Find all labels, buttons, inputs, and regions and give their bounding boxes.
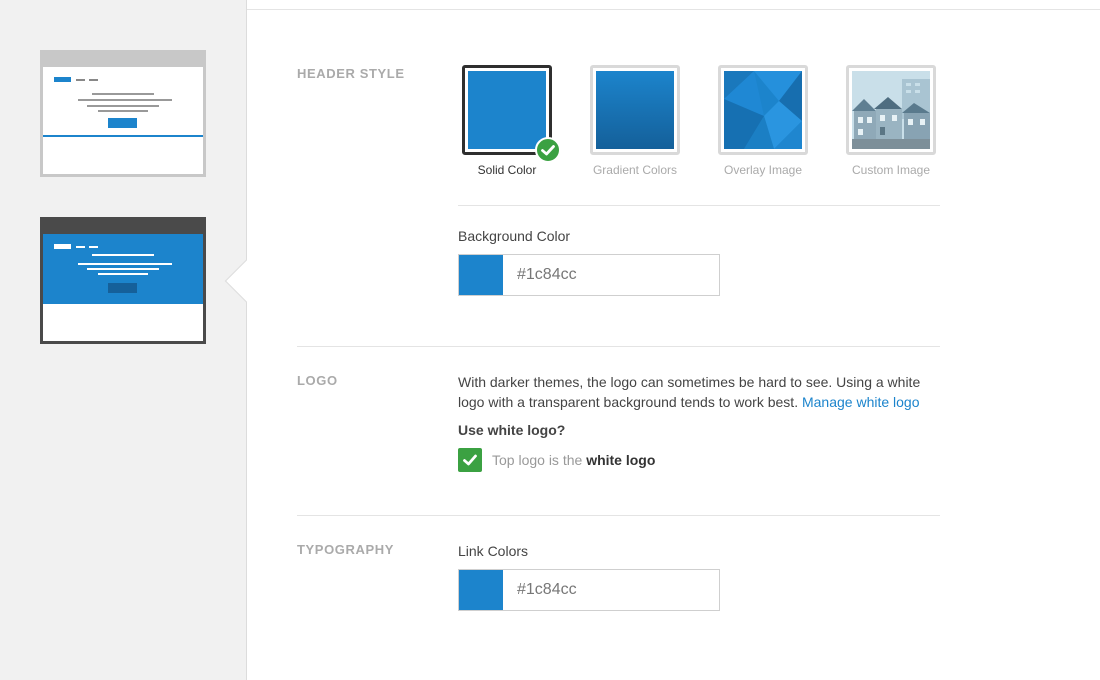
section-divider [297, 515, 940, 516]
layout-thumbnail-dark[interactable] [40, 217, 206, 344]
background-color-field [458, 254, 724, 296]
layout-sidebar [0, 0, 247, 680]
white-logo-checkbox-label: Top logo is the white logo [492, 452, 655, 468]
logo-section-label: Logo [297, 373, 338, 388]
link-colors-field [458, 569, 724, 611]
thumbnail-button [108, 118, 137, 128]
style-option-label: Solid Color [477, 163, 537, 177]
thumbnail-header [43, 67, 203, 137]
top-border [247, 0, 1100, 10]
style-option-label: Custom Image [851, 163, 931, 177]
header-style-overlay-image[interactable]: Overlay Image [718, 65, 808, 177]
thumbnail-text-line [92, 254, 154, 256]
white-logo-checkbox-row[interactable]: Top logo is the white logo [458, 448, 655, 472]
style-thumbnail-frame [718, 65, 808, 155]
thumbnail-logo [54, 77, 71, 82]
gradient-swatch [596, 71, 674, 149]
thumbnail-topbar [43, 220, 203, 234]
white-logo-checkbox[interactable] [458, 448, 482, 472]
solid-color-swatch [468, 71, 546, 149]
background-color-label: Background Color [458, 228, 571, 244]
link-color-input[interactable] [503, 570, 724, 610]
thumbnail-text-line [98, 110, 148, 112]
link-color-swatch[interactable] [459, 570, 503, 610]
style-thumbnail-frame [590, 65, 680, 155]
style-thumbnail-frame [846, 65, 936, 155]
thumbnail-topbar [43, 53, 203, 67]
checkbox-label-prefix: Top logo is the [492, 452, 583, 468]
use-white-logo-question: Use white logo? [458, 422, 566, 438]
style-option-label: Gradient Colors [592, 163, 678, 177]
selected-check-icon [535, 137, 561, 163]
thumbnail-text-line [92, 93, 154, 95]
link-colors-label: Link Colors [458, 543, 529, 559]
checkmark-icon [463, 454, 477, 466]
header-style-section-label: Header Style [297, 66, 405, 81]
thumbnail-nav-link [76, 246, 85, 248]
header-style-solid-color[interactable]: Solid Color [462, 65, 561, 177]
background-color-swatch[interactable] [459, 255, 503, 295]
thumbnail-logo [54, 244, 71, 249]
thumbnail-nav-link [76, 79, 85, 81]
header-style-gradient-colors[interactable]: Gradient Colors [590, 65, 680, 177]
thumbnail-text-line [98, 273, 148, 275]
section-divider [297, 346, 940, 347]
typography-section-label: Typography [297, 542, 395, 557]
overlay-pattern-swatch [724, 71, 802, 149]
thumbnail-nav-link [89, 246, 98, 248]
thumbnail-text-line [87, 268, 159, 270]
style-option-label: Overlay Image [723, 163, 803, 177]
background-color-input[interactable] [503, 255, 724, 295]
thumbnail-text-line [87, 105, 159, 107]
logo-description: With darker themes, the logo can sometim… [458, 372, 940, 412]
thumbnail-text-line [78, 99, 172, 101]
thumbnail-button [108, 283, 137, 293]
manage-white-logo-link[interactable]: Manage white logo [802, 394, 920, 410]
layout-thumbnail-light[interactable] [40, 50, 206, 177]
custom-image-swatch [852, 71, 930, 149]
header-style-divider [458, 205, 940, 206]
header-style-custom-image[interactable]: Custom Image [846, 65, 936, 177]
checkbox-label-bold: white logo [586, 452, 656, 468]
thumbnail-nav-link [89, 79, 98, 81]
thumbnail-text-line [78, 263, 172, 265]
thumbnail-header [43, 234, 203, 304]
